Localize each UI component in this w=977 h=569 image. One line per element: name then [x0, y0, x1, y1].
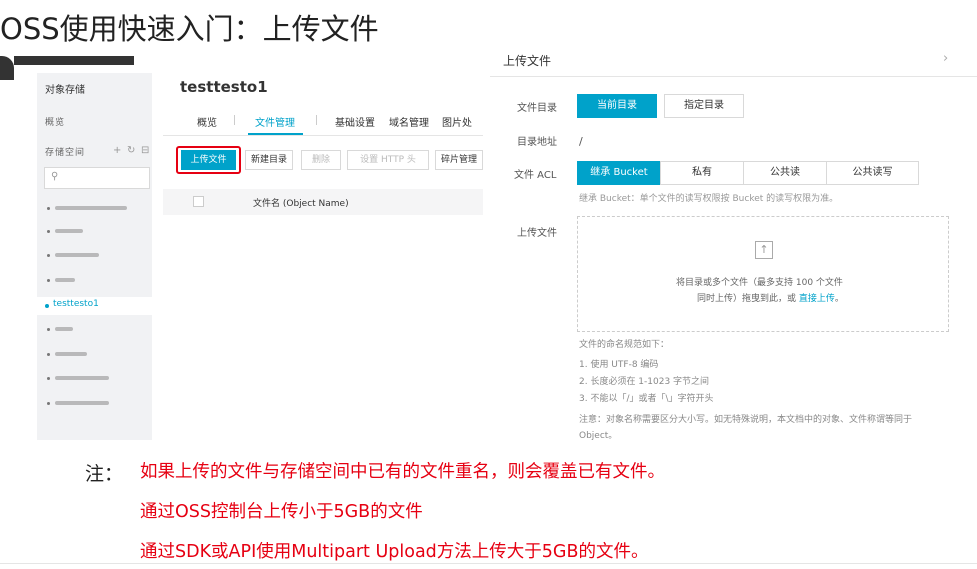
- tab-divider: [316, 115, 317, 125]
- direct-upload-link[interactable]: 直接上传: [799, 294, 835, 304]
- note-line-1: 如果上传的文件与存储空间中已有的文件重名，则会覆盖已有文件。: [140, 462, 665, 482]
- acl-inherit-bucket-option[interactable]: 继承 Bucket: [577, 161, 661, 185]
- caution-note-line-1: 注意：对象名称需要区分大小写。如无特殊说明，本文档中的对象、文件称谓等同于: [579, 415, 913, 425]
- drawer-divider: [490, 76, 977, 77]
- tab-bar-divider: [163, 135, 483, 136]
- note-line-2: 通过OSS控制台上传小于5GB的文件: [140, 502, 423, 522]
- bucket-dot: [47, 254, 50, 257]
- tab-image-processing[interactable]: 图片处: [442, 114, 472, 129]
- bucket-dot: [47, 230, 50, 233]
- refresh-icon[interactable]: ↻: [127, 145, 135, 156]
- bucket-dot: [47, 353, 50, 356]
- file-acl-label: 文件 ACL: [514, 170, 557, 181]
- drawer-title: 上传文件: [503, 54, 552, 68]
- bucket-item-blurred[interactable]: [55, 253, 99, 257]
- acl-note: 继承 Bucket：单个文件的读写权限按 Bucket 的读写权限为准。: [579, 194, 839, 204]
- bucket-search-input[interactable]: ⚲: [44, 167, 150, 189]
- note-line-3: 通过SDK或API使用Multipart Upload方法上传大于5GB的文件。: [140, 542, 649, 562]
- dropzone-text-prefix: 同时上传）拖曳到此，或: [697, 294, 799, 304]
- bucket-item-blurred[interactable]: [55, 229, 83, 233]
- bucket-item-blurred[interactable]: [55, 206, 127, 210]
- fragment-management-button[interactable]: 碎片管理: [435, 150, 483, 170]
- naming-rules-title: 文件的命名规范如下：: [579, 340, 670, 350]
- oss-console: 对象存储 概览 存储空间 + ↻ ⊟ ⚲ testtesto1 testtest…: [37, 73, 483, 440]
- upload-drawer: 上传文件 › 文件目录 当前目录 指定目录 目录地址 / 文件 ACL 继承 B…: [490, 40, 977, 450]
- selected-bucket-label: testtesto1: [53, 299, 99, 309]
- upload-file-label: 上传文件: [517, 228, 557, 239]
- bucket-dot: [47, 328, 50, 331]
- file-directory-label: 文件目录: [517, 103, 557, 114]
- selected-bucket-dot: [45, 304, 49, 308]
- bottom-divider: [0, 563, 977, 564]
- bucket-item-blurred[interactable]: [55, 327, 73, 331]
- upload-icon: ↑: [755, 241, 773, 259]
- tab-domain-management[interactable]: 域名管理: [389, 114, 429, 129]
- close-drawer-icon[interactable]: ›: [943, 51, 948, 66]
- tab-overview[interactable]: 概览: [197, 114, 217, 129]
- acl-public-read-write-option[interactable]: 公共读写: [826, 161, 919, 185]
- sidebar-buckets-label: 存储空间: [45, 148, 86, 158]
- slide-title: OSS使用快速入门：上传文件: [0, 12, 379, 46]
- naming-rule-1: 1. 使用 UTF-8 编码: [579, 360, 659, 370]
- dropzone-text-line-1: 将目录或多个文件（最多支持 100 个文件: [676, 278, 843, 288]
- title-decoration: [0, 56, 14, 80]
- naming-rule-3: 3. 不能以「/」或者「\」字符开头: [579, 394, 714, 404]
- sidebar-header: 对象存储: [45, 85, 85, 96]
- file-dropzone[interactable]: [577, 216, 949, 332]
- directory-address-value: /: [579, 135, 583, 148]
- bucket-dot: [47, 377, 50, 380]
- delete-button[interactable]: 删除: [301, 150, 341, 170]
- bucket-dot: [47, 207, 50, 210]
- column-header-object-name: 文件名 (Object Name): [253, 199, 349, 209]
- sidebar: 对象存储 概览 存储空间 + ↻ ⊟ ⚲ testtesto1: [37, 73, 152, 440]
- title-decoration-bar: [14, 56, 134, 65]
- specified-directory-option[interactable]: 指定目录: [664, 94, 744, 118]
- new-directory-button[interactable]: 新建目录: [245, 150, 293, 170]
- search-icon: ⚲: [51, 171, 59, 182]
- bucket-item-blurred[interactable]: [55, 401, 109, 405]
- dropzone-text-line-2: 同时上传）拖曳到此，或 直接上传。: [697, 291, 844, 304]
- bucket-dot: [47, 279, 50, 282]
- add-bucket-icon[interactable]: +: [113, 145, 121, 156]
- tab-file-management[interactable]: 文件管理: [255, 114, 295, 129]
- bucket-item-blurred[interactable]: [55, 352, 87, 356]
- bucket-item-blurred[interactable]: [55, 278, 75, 282]
- upload-file-button[interactable]: 上传文件: [181, 150, 236, 170]
- dropzone-text-suffix: 。: [834, 294, 844, 304]
- acl-private-option[interactable]: 私有: [660, 161, 744, 185]
- select-all-checkbox[interactable]: [193, 196, 204, 207]
- bucket-dot: [47, 402, 50, 405]
- current-directory-option[interactable]: 当前目录: [577, 94, 657, 118]
- acl-public-read-option[interactable]: 公共读: [743, 161, 827, 185]
- sidebar-item-overview[interactable]: 概览: [45, 115, 65, 128]
- bucket-title: testtesto1: [180, 78, 268, 96]
- tab-divider: [234, 115, 235, 125]
- caution-note-line-2: Object。: [579, 431, 618, 441]
- tab-basic-settings[interactable]: 基础设置: [335, 114, 375, 129]
- collapse-icon[interactable]: ⊟: [141, 145, 149, 156]
- directory-address-label: 目录地址: [517, 137, 557, 148]
- bucket-item-blurred[interactable]: [55, 376, 109, 380]
- note-label: 注：: [85, 463, 124, 485]
- naming-rule-2: 2. 长度必须在 1-1023 字节之间: [579, 377, 710, 387]
- set-http-header-button[interactable]: 设置 HTTP 头: [347, 150, 429, 170]
